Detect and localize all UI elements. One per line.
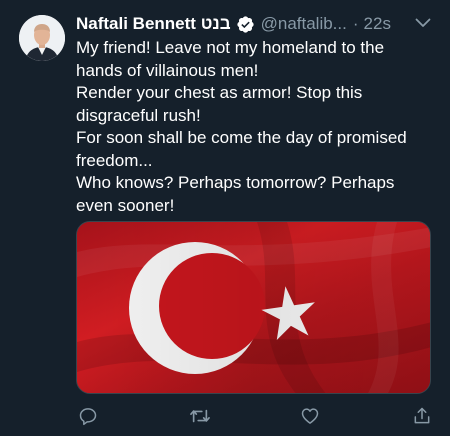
heart-icon[interactable] (298, 404, 322, 428)
display-name[interactable]: Naftali Bennett בנט (76, 14, 231, 34)
tweet-text-line: disgraceful rush! (76, 105, 201, 125)
verified-badge-icon (236, 15, 255, 34)
timestamp[interactable]: 22s (364, 14, 391, 34)
share-icon[interactable] (410, 404, 434, 428)
avatar-image (19, 15, 65, 61)
avatar[interactable] (19, 15, 65, 61)
tweet-actions (76, 404, 436, 430)
tweet-text-line: even sooner! (76, 195, 175, 215)
header-separator: · (352, 14, 359, 33)
flag-image (77, 222, 430, 393)
user-handle[interactable]: @naftalib... (261, 14, 347, 34)
tweet-header: Naftali Bennett בנט @naftalib... · 22s (76, 12, 436, 36)
tweet-text-line: Render your chest as armor! Stop this (76, 83, 363, 102)
reply-icon[interactable] (76, 404, 100, 428)
tweet-text-line: freedom... (76, 150, 153, 170)
retweet-icon[interactable] (188, 404, 212, 428)
tweet-media-image[interactable] (76, 221, 431, 394)
chevron-down-icon[interactable] (412, 14, 434, 32)
tweet-text-line: My friend! Leave not my homeland to the (76, 38, 385, 57)
tweet-text-line: For soon shall be come the day of promis… (76, 128, 407, 147)
tweet-text-line: hands of villainous men! (76, 60, 259, 80)
tweet-text: My friend! Leave not my homeland to the … (76, 37, 436, 217)
tweet-text-line: Who knows? Perhaps tomorrow? Perhaps (76, 173, 395, 192)
tweet-card[interactable]: Naftali Bennett בנט @naftalib... · 22s M… (0, 0, 450, 436)
